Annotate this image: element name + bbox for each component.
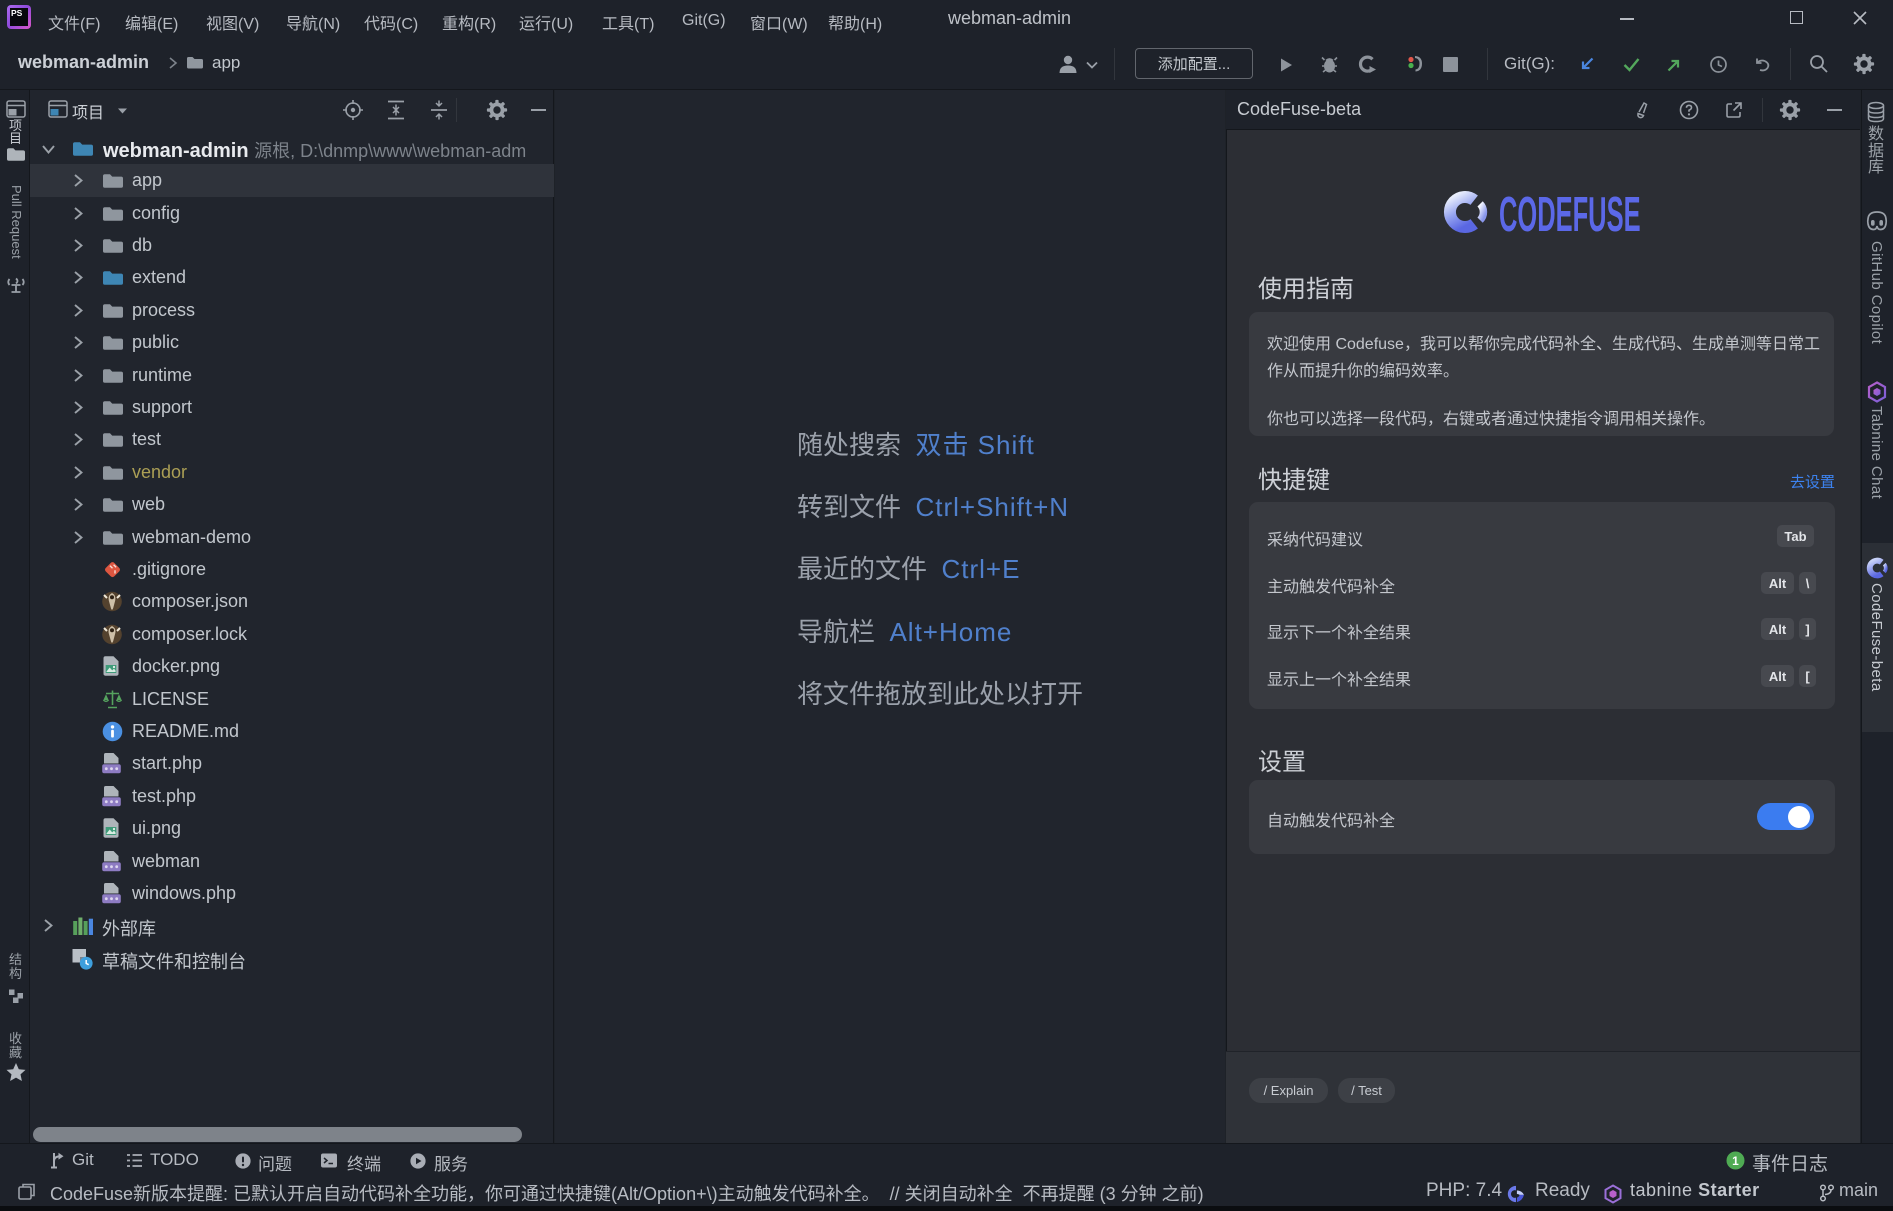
svg-text:1: 1 (1732, 1154, 1739, 1168)
